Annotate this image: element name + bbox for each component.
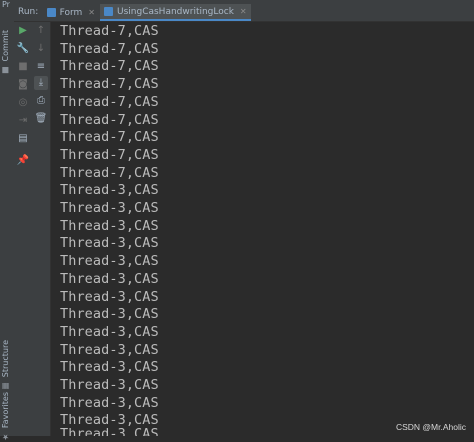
console-output[interactable]: Thread-7,CAS Thread-7,CAS Thread-7,CAS T… bbox=[51, 22, 474, 436]
console-line: Thread-7,CAS bbox=[60, 23, 159, 39]
console-line: Thread-7,CAS bbox=[60, 111, 159, 128]
console-line: Thread-7,CAS bbox=[60, 164, 159, 181]
run-tab-bar: Run: Form ✕ UsingCasHandwritingLock ✕ bbox=[14, 4, 474, 22]
tab-usingcashandwritinglock-label: UsingCasHandwritingLock bbox=[117, 6, 234, 17]
tab-form[interactable]: Form ✕ bbox=[47, 4, 95, 21]
console-line: Thread-3,CAS bbox=[60, 182, 159, 199]
console-line: Thread-7,CAS bbox=[60, 58, 159, 75]
commit-tool-tab[interactable]: ■ Commit bbox=[1, 30, 10, 75]
console-line: Thread-3,CAS bbox=[60, 341, 159, 358]
console-line: Thread-3,CAS bbox=[60, 359, 159, 376]
trash-icon[interactable]: 🗑 bbox=[34, 112, 48, 126]
down-arrow-icon[interactable]: ↓ bbox=[34, 42, 48, 56]
console-line: Thread-3,CAS bbox=[60, 394, 159, 411]
console-line: Thread-3,CAS bbox=[60, 270, 159, 287]
camera-icon[interactable]: ◙ bbox=[16, 78, 30, 92]
close-icon[interactable]: ✕ bbox=[88, 8, 95, 17]
structure-tool-tab[interactable]: ▦ Structure bbox=[1, 340, 10, 391]
console-line: Thread-3,CAS bbox=[60, 288, 159, 305]
close-icon[interactable]: ✕ bbox=[240, 7, 247, 16]
console-scrollbar[interactable] bbox=[468, 22, 474, 436]
exit-icon[interactable]: ⇥ bbox=[16, 114, 30, 128]
up-arrow-icon[interactable]: ↑ bbox=[34, 24, 48, 38]
favorites-star-icon: ★ bbox=[1, 432, 10, 442]
console-line: Thread-7,CAS bbox=[60, 40, 159, 57]
console-line: Thread-3,CAS bbox=[60, 217, 159, 234]
console-line: Thread-3,CAS bbox=[60, 200, 159, 216]
stop-icon[interactable]: ■ bbox=[16, 60, 30, 74]
snapshot-icon[interactable]: ◎ bbox=[16, 96, 30, 110]
commit-icon: ■ bbox=[1, 65, 10, 75]
settings-wrench-icon[interactable]: 🔧 bbox=[16, 42, 30, 56]
watermark: CSDN @Mr.Aholic bbox=[395, 422, 466, 432]
soft-wrap-icon[interactable]: ≡ bbox=[34, 60, 48, 74]
favorites-tool-tab[interactable]: ★ Favorites bbox=[1, 392, 10, 442]
run-toolbar: ▶ 🔧 ■ ◙ ◎ ⇥ ▤ 📌 ↑ ↓ ≡ ⤓ ⎙ 🗑 bbox=[14, 22, 51, 436]
console-line: Thread-7,CAS bbox=[60, 146, 159, 163]
console-line: Thread-3,CAS bbox=[60, 306, 159, 323]
rerun-icon[interactable]: ▶ bbox=[16, 24, 30, 38]
console-line: Thread-3,CAS bbox=[60, 323, 159, 340]
console-line: Thread-7,CAS bbox=[60, 76, 159, 93]
run-label: Run: bbox=[18, 7, 39, 17]
console-line: Thread-7,CAS bbox=[60, 93, 159, 110]
print-icon[interactable]: ⎙ bbox=[34, 94, 48, 108]
console-line: Thread-3,CAS bbox=[60, 377, 159, 393]
console-line: Thread-3,CAS bbox=[60, 235, 159, 252]
class-file-icon bbox=[104, 7, 113, 16]
scroll-to-end-icon[interactable]: ⤓ bbox=[34, 76, 48, 90]
structure-icon: ▦ bbox=[1, 381, 10, 391]
console-line: Thread-7,CAS bbox=[60, 129, 159, 146]
tab-form-label: Form bbox=[59, 7, 83, 18]
pin-icon[interactable]: 📌 bbox=[16, 154, 30, 168]
project-tool-tab[interactable]: Pr bbox=[2, 0, 12, 10]
console-line: Thread-3,CAS bbox=[60, 253, 159, 270]
tab-usingcashandwritinglock[interactable]: UsingCasHandwritingLock ✕ bbox=[100, 4, 251, 21]
class-file-icon bbox=[47, 8, 56, 17]
console-line: Thread-3,CAS bbox=[60, 426, 159, 436]
tool-window-strip: Pr ■ Commit ▦ Structure ★ Favorites bbox=[0, 0, 15, 442]
layout-icon[interactable]: ▤ bbox=[16, 132, 30, 146]
